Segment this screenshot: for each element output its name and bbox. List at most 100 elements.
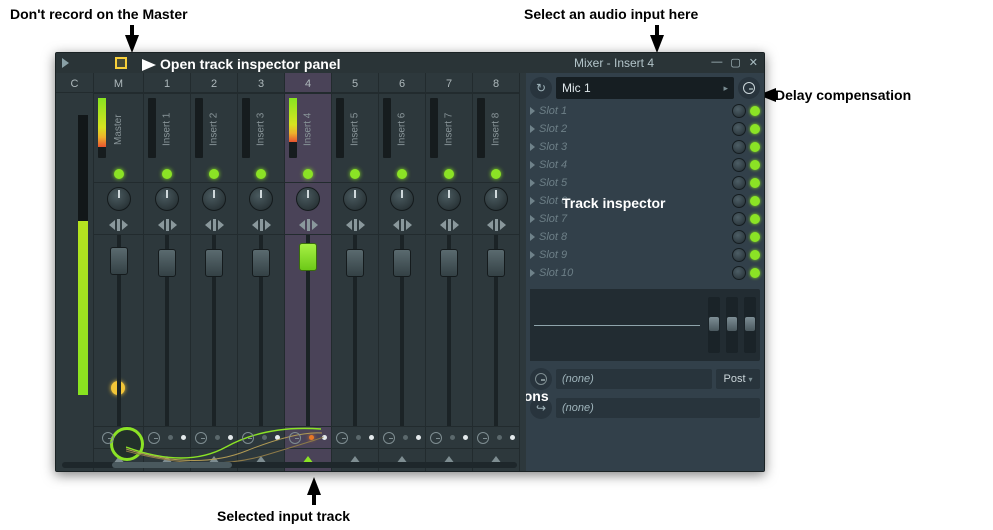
enable-led-7[interactable] (444, 169, 454, 179)
strip-insert-8[interactable]: 8 Insert 8 (473, 73, 520, 471)
slot-mix-knob-3[interactable] (732, 140, 746, 154)
close-button[interactable]: ✕ (749, 56, 758, 69)
arm-record-8[interactable] (497, 435, 502, 440)
fader-handle-6[interactable] (393, 249, 411, 277)
arm-record-1[interactable] (168, 435, 173, 440)
effect-slot-10[interactable]: Slot 10 (530, 264, 760, 282)
strip-insert-5[interactable]: 5 Insert 5 (332, 73, 379, 471)
enable-led-3[interactable] (256, 169, 266, 179)
eq-high-fader[interactable] (744, 297, 756, 353)
fx-icon-7[interactable] (430, 432, 442, 444)
slot-enable-led-4[interactable] (750, 160, 760, 170)
strip-insert-3[interactable]: 3 Insert 3 (238, 73, 285, 471)
fader-handle-8[interactable] (487, 249, 505, 277)
arm-record-3[interactable] (262, 435, 267, 440)
strip-insert-2[interactable]: 2 Insert 2 (191, 73, 238, 471)
dock-dot-2[interactable] (228, 435, 233, 440)
stereo-sep-6[interactable] (379, 215, 425, 235)
fx-icon-2[interactable] (195, 432, 207, 444)
stereo-sep-1[interactable] (144, 215, 190, 235)
fx-icon-1[interactable] (148, 432, 160, 444)
effect-slot-4[interactable]: Slot 4 (530, 156, 760, 174)
master-enable-led[interactable] (114, 169, 124, 179)
strip-insert-7[interactable]: 7 Insert 7 (426, 73, 473, 471)
fader-handle-3[interactable] (252, 249, 270, 277)
tracks-scrollbar-thumb[interactable] (112, 462, 232, 468)
eq-graph[interactable] (530, 289, 704, 361)
enable-led-1[interactable] (162, 169, 172, 179)
slot-mix-knob-9[interactable] (732, 248, 746, 262)
pan-knob-1[interactable] (155, 187, 179, 211)
arm-record-5[interactable] (356, 435, 361, 440)
fader-handle-5[interactable] (346, 249, 364, 277)
master-fx-icon[interactable] (102, 432, 114, 444)
minimize-button[interactable]: — (711, 56, 722, 69)
output-select-1[interactable]: (none) (556, 369, 712, 389)
arm-record-2[interactable] (215, 435, 220, 440)
slot-enable-led-2[interactable] (750, 124, 760, 134)
effect-slot-9[interactable]: Slot 9 (530, 246, 760, 264)
enable-led-4[interactable] (303, 169, 313, 179)
dock-dot-5[interactable] (369, 435, 374, 440)
arm-record-6[interactable] (403, 435, 408, 440)
effect-slot-5[interactable]: Slot 5 (530, 174, 760, 192)
stereo-sep-8[interactable] (473, 215, 519, 235)
delay-compensation-button[interactable] (738, 77, 760, 99)
arm-record-4[interactable] (309, 435, 314, 440)
slot-enable-led-5[interactable] (750, 178, 760, 188)
pan-knob-7[interactable] (437, 187, 461, 211)
fx-icon-6[interactable] (383, 432, 395, 444)
post-button[interactable]: Post▾ (716, 369, 760, 389)
master-pan-knob[interactable] (107, 187, 131, 211)
master-send-knob[interactable] (110, 427, 144, 461)
strip-insert-4[interactable]: 4 Insert 4 (285, 73, 332, 471)
pan-knob-6[interactable] (390, 187, 414, 211)
dock-dot-6[interactable] (416, 435, 421, 440)
master-stereo-row[interactable] (94, 215, 143, 235)
stereo-sep-4[interactable] (285, 215, 331, 235)
slot-enable-led-3[interactable] (750, 142, 760, 152)
slot-mix-knob-1[interactable] (732, 104, 746, 118)
stereo-sep-3[interactable] (238, 215, 284, 235)
stereo-sep-7[interactable] (426, 215, 472, 235)
slot-mix-knob-10[interactable] (732, 266, 746, 280)
effect-slot-1[interactable]: Slot 1 (530, 102, 760, 120)
strip-insert-6[interactable]: 6 Insert 6 (379, 73, 426, 471)
slot-enable-led-9[interactable] (750, 250, 760, 260)
audio-input-select[interactable]: Mic 1 ▸ (556, 77, 734, 99)
fader-handle-7[interactable] (440, 249, 458, 277)
menu-triangle-icon[interactable] (62, 58, 69, 68)
tracks-scrollbar[interactable] (62, 462, 517, 468)
strip-insert-1[interactable]: 1 Insert 1 (144, 73, 191, 471)
slot-enable-led-10[interactable] (750, 268, 760, 278)
fader-handle-4[interactable] (299, 243, 317, 271)
enable-led-2[interactable] (209, 169, 219, 179)
output-delay-icon[interactable] (530, 368, 552, 390)
slot-mix-knob-2[interactable] (732, 122, 746, 136)
slot-enable-led-1[interactable] (750, 106, 760, 116)
fx-icon-5[interactable] (336, 432, 348, 444)
effect-slot-2[interactable]: Slot 2 (530, 120, 760, 138)
arm-record-7[interactable] (450, 435, 455, 440)
fader-handle-2[interactable] (205, 249, 223, 277)
effect-slot-3[interactable]: Slot 3 (530, 138, 760, 156)
fx-icon-3[interactable] (242, 432, 254, 444)
stereo-sep-2[interactable] (191, 215, 237, 235)
dock-dot-1[interactable] (181, 435, 186, 440)
strip-master[interactable]: M Master (94, 73, 144, 471)
dock-dot-4[interactable] (322, 435, 327, 440)
fx-icon-8[interactable] (477, 432, 489, 444)
dock-dot-3[interactable] (275, 435, 280, 440)
eq-low-fader[interactable] (708, 297, 720, 353)
master-fader-handle[interactable] (110, 247, 128, 275)
fader-handle-1[interactable] (158, 249, 176, 277)
output-select-2[interactable]: (none) (556, 398, 760, 418)
eq-mid-fader[interactable] (726, 297, 738, 353)
enable-led-8[interactable] (491, 169, 501, 179)
pan-knob-5[interactable] (343, 187, 367, 211)
pan-knob-8[interactable] (484, 187, 508, 211)
slot-enable-led-6[interactable] (750, 196, 760, 206)
pan-knob-4[interactable] (296, 187, 320, 211)
slot-mix-knob-8[interactable] (732, 230, 746, 244)
pan-knob-3[interactable] (249, 187, 273, 211)
